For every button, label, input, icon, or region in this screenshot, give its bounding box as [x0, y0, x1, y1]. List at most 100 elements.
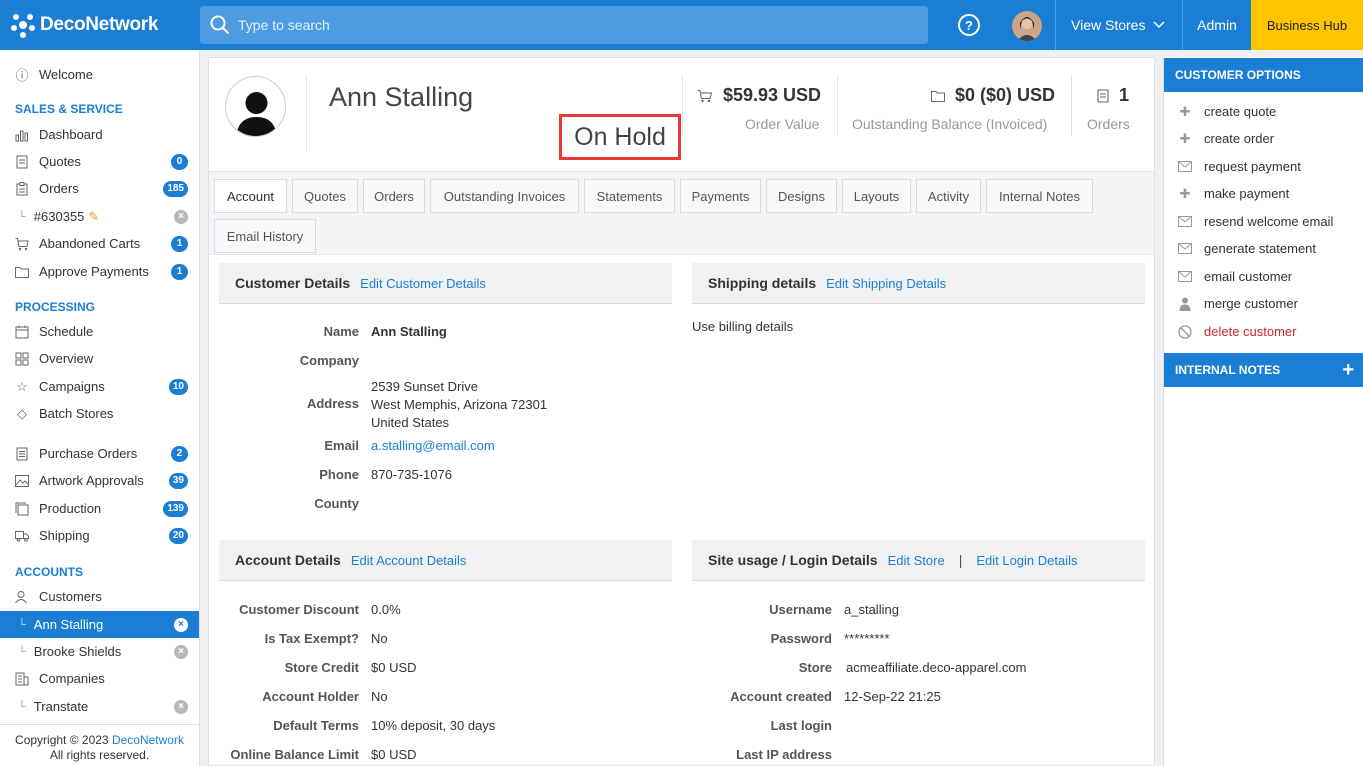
- make-payment-option[interactable]: ✚ make payment: [1164, 180, 1363, 207]
- request-payment-option[interactable]: request payment: [1164, 153, 1363, 180]
- email-customer-option[interactable]: email customer: [1164, 263, 1363, 290]
- create-order-option[interactable]: ✚ create order: [1164, 125, 1363, 152]
- tab-account[interactable]: Account: [214, 179, 287, 213]
- cart-icon: [15, 237, 29, 251]
- plus-icon: ✚: [1179, 185, 1191, 201]
- close-icon[interactable]: ×: [174, 209, 188, 224]
- sidebar-item-order-630355[interactable]: └ #630355 ✎ ×: [0, 203, 199, 230]
- list-icon: [15, 447, 29, 461]
- folder-icon: [15, 265, 29, 279]
- sidebar-item-batch-stores[interactable]: ◇ Batch Stores: [0, 400, 199, 427]
- view-stores-dropdown[interactable]: View Stores: [1056, 0, 1182, 50]
- sidebar-item-label: Customers: [39, 589, 102, 604]
- merge-customer-option[interactable]: merge customer: [1164, 290, 1363, 317]
- edit-customer-details-link[interactable]: Edit Customer Details: [360, 276, 486, 291]
- sidebar-item-transtate[interactable]: └ Transtate ×: [0, 693, 199, 720]
- tab-statements[interactable]: Statements: [584, 179, 675, 213]
- tab-layouts[interactable]: Layouts: [842, 179, 911, 213]
- section-heading-sales: SALES & SERVICE: [15, 102, 123, 116]
- envelope-icon: [1178, 161, 1192, 172]
- sidebar-item-label: Overview: [39, 351, 94, 366]
- sidebar-item-campaigns[interactable]: ☆ Campaigns 10: [0, 373, 199, 400]
- sidebar-item-production[interactable]: Production 139: [0, 495, 199, 522]
- document-icon: [1097, 89, 1109, 102]
- tab-outstanding-invoices[interactable]: Outstanding Invoices: [430, 179, 579, 213]
- count-badge: 2: [171, 445, 188, 462]
- sidebar-item-label: Transtate: [33, 699, 89, 714]
- sidebar-item-label: Orders: [39, 181, 79, 196]
- tab-designs[interactable]: Designs: [766, 179, 837, 213]
- add-note-plus-icon[interactable]: +: [1342, 359, 1354, 382]
- close-icon[interactable]: ×: [174, 617, 188, 632]
- user-photo-icon: [1012, 11, 1042, 41]
- orders-count-value: 1: [1119, 85, 1130, 105]
- email-link[interactable]: a.stalling@email.com: [371, 438, 495, 453]
- copy-icon: [15, 502, 29, 516]
- field-label: Account Holder: [262, 689, 359, 704]
- panel-title: Account Details: [235, 552, 341, 568]
- option-label: generate statement: [1204, 241, 1317, 256]
- sidebar-item-approve-payments[interactable]: Approve Payments 1: [0, 258, 199, 285]
- sidebar-item-overview[interactable]: Overview: [0, 345, 199, 372]
- deconetwork-link[interactable]: DecoNetwork: [112, 733, 184, 747]
- order-value-amount: $59.93 USD: [723, 85, 822, 105]
- document-icon: [15, 155, 29, 169]
- plus-icon: ✚: [1179, 103, 1191, 119]
- option-label: resend welcome email: [1204, 214, 1334, 229]
- outstanding-balance: $0 ($0) USD: [931, 85, 1055, 106]
- default-terms-value: 10% deposit, 30 days: [371, 718, 496, 733]
- tab-email-history[interactable]: Email History: [214, 219, 316, 253]
- edit-account-details-link[interactable]: Edit Account Details: [351, 553, 467, 568]
- sidebar-item-label: Companies: [39, 671, 105, 686]
- tab-payments[interactable]: Payments: [680, 179, 761, 213]
- copyright-footer: Copyright © 2023 DecoNetwork All rights …: [0, 724, 199, 766]
- customer-name-value: Ann Stalling: [371, 324, 447, 339]
- sidebar-item-companies[interactable]: Companies: [0, 665, 199, 692]
- sidebar-item-ann-stalling[interactable]: └ Ann Stalling ×: [0, 611, 199, 638]
- sidebar-item-welcome[interactable]: ⓘ Welcome: [0, 61, 199, 88]
- delete-customer-option[interactable]: delete customer: [1164, 318, 1363, 345]
- sidebar-item-brooke-shields[interactable]: └ Brooke Shields ×: [0, 638, 199, 665]
- admin-button[interactable]: Admin: [1183, 0, 1251, 50]
- grid-icon: [15, 352, 29, 366]
- tab-orders[interactable]: Orders: [363, 179, 425, 213]
- sidebar-item-artwork-approvals[interactable]: Artwork Approvals 39: [0, 467, 199, 494]
- sidebar-item-abandoned-carts[interactable]: Abandoned Carts 1: [0, 230, 199, 257]
- sidebar-item-orders[interactable]: Orders 185: [0, 175, 199, 202]
- edit-store-link[interactable]: Edit Store: [888, 553, 945, 568]
- tree-branch-icon: └: [18, 618, 26, 631]
- help-icon[interactable]: ?: [958, 14, 980, 36]
- tab-quotes[interactable]: Quotes: [292, 179, 358, 213]
- sidebar-item-dashboard[interactable]: Dashboard: [0, 121, 199, 148]
- count-badge: 0: [171, 153, 188, 170]
- generate-statement-option[interactable]: generate statement: [1164, 235, 1363, 262]
- sidebar-item-shipping[interactable]: Shipping 20: [0, 522, 199, 549]
- sidebar-item-schedule[interactable]: Schedule: [0, 318, 199, 345]
- tab-internal-notes[interactable]: Internal Notes: [986, 179, 1093, 213]
- sidebar-item-customers[interactable]: Customers: [0, 583, 199, 610]
- close-icon[interactable]: ×: [174, 699, 188, 714]
- envelope-icon: [1178, 216, 1192, 227]
- create-quote-option[interactable]: ✚ create quote: [1164, 98, 1363, 125]
- sidebar-item-purchase-orders[interactable]: Purchase Orders 2: [0, 440, 199, 467]
- resend-welcome-email-option[interactable]: resend welcome email: [1164, 208, 1363, 235]
- brand-logo[interactable]: DecoNetwork: [0, 0, 200, 50]
- address-line: West Memphis, Arizona 72301: [371, 397, 548, 412]
- internal-notes-heading: INTERNAL NOTES +: [1164, 353, 1363, 387]
- rights-text: All rights reserved.: [49, 748, 150, 762]
- star-icon: ☆: [16, 378, 28, 394]
- internal-notes-label: INTERNAL NOTES: [1175, 363, 1281, 377]
- edit-login-details-link[interactable]: Edit Login Details: [976, 553, 1077, 568]
- user-avatar[interactable]: [1012, 11, 1042, 41]
- sidebar-item-quotes[interactable]: Quotes 0: [0, 148, 199, 175]
- close-icon[interactable]: ×: [174, 644, 188, 659]
- business-hub-button[interactable]: Business Hub: [1251, 0, 1363, 50]
- field-label: Phone: [319, 467, 359, 482]
- bar-chart-icon: [15, 128, 29, 142]
- field-label: Online Balance Limit: [230, 747, 359, 762]
- search-input[interactable]: Type to search: [200, 6, 928, 44]
- edit-shipping-details-link[interactable]: Edit Shipping Details: [826, 276, 946, 291]
- shipping-details-header: Shipping details Edit Shipping Details: [692, 263, 1145, 304]
- tab-activity[interactable]: Activity: [916, 179, 981, 213]
- balance-limit-value: $0 USD: [371, 747, 417, 762]
